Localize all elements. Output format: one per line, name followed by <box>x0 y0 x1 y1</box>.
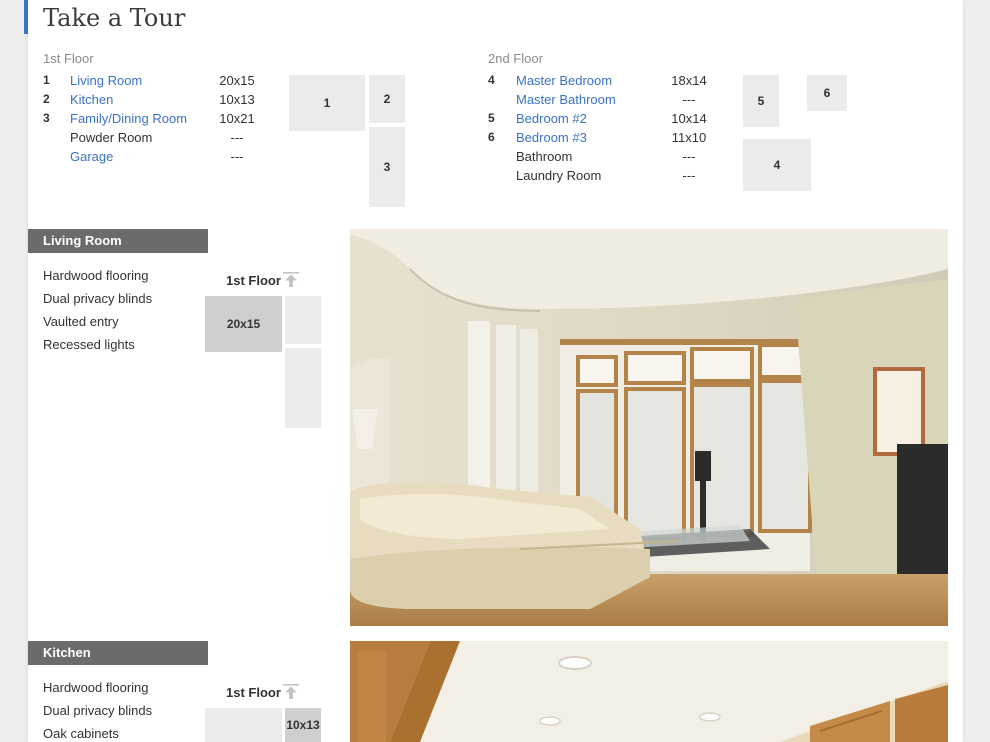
mini-plan-room-active[interactable]: 20x15 <box>205 296 282 352</box>
room-link-bedroom-3[interactable]: Bedroom #3 <box>516 130 587 145</box>
room-number: 3 <box>43 111 50 125</box>
room-dimensions: 18x14 <box>671 73 707 88</box>
floor1-room-row: 1 Living Room 20x15 <box>43 73 273 92</box>
floor1-room-row: Garage --- <box>43 149 273 168</box>
floor2-heading: 2nd Floor <box>488 51 543 66</box>
mini-plan-room[interactable] <box>205 708 282 742</box>
floorplan-room-5[interactable]: 5 <box>743 75 779 127</box>
room-link-kitchen[interactable]: Kitchen <box>70 92 113 107</box>
floor2-room-row: Laundry Room --- <box>488 168 718 187</box>
room-dimensions: 20x15 <box>219 73 255 88</box>
floorplan-room-3[interactable]: 3 <box>369 127 405 207</box>
mini-floor-heading: 1st Floor <box>226 273 281 288</box>
room-dimensions: 11x10 <box>671 130 707 145</box>
feature-item: Dual privacy blinds <box>43 703 153 718</box>
room-number: 1 <box>43 73 50 87</box>
mini-floor-heading: 1st Floor <box>226 685 281 700</box>
title-accent-bar <box>24 0 28 34</box>
section-title-living-room: Living Room <box>28 229 208 253</box>
room-dimensions: --- <box>230 130 244 145</box>
feature-item: Hardwood flooring <box>43 268 149 283</box>
room-link-master-bedroom[interactable]: Master Bedroom <box>516 73 612 88</box>
arrow-up-icon[interactable] <box>283 684 299 700</box>
floor1-room-row: 3 Family/Dining Room 10x21 <box>43 111 273 130</box>
room-link-garage[interactable]: Garage <box>70 149 113 164</box>
page-title: Take a Tour <box>43 4 186 32</box>
room-dimensions: 10x13 <box>219 92 255 107</box>
room-dimensions: --- <box>682 149 696 164</box>
floor2-room-row: 6 Bedroom #3 11x10 <box>488 130 718 149</box>
room-name-powder-room: Powder Room <box>70 130 153 145</box>
floor2-room-row: Master Bathroom --- <box>488 92 718 111</box>
floor2-room-row: 5 Bedroom #2 10x14 <box>488 111 718 130</box>
room-dimensions: --- <box>682 92 696 107</box>
floorplan-room-2[interactable]: 2 <box>369 75 405 123</box>
floorplan-room-1[interactable]: 1 <box>289 75 365 131</box>
room-dimensions: --- <box>682 168 696 183</box>
section-title-kitchen: Kitchen <box>28 641 208 665</box>
floor1-room-row: 2 Kitchen 10x13 <box>43 92 273 111</box>
floorplan-room-4[interactable]: 4 <box>743 139 811 191</box>
room-dimensions: 10x21 <box>219 111 255 126</box>
floorplan-room-6[interactable]: 6 <box>807 75 847 111</box>
arrow-up-icon[interactable] <box>283 272 299 288</box>
room-number: 6 <box>488 130 495 144</box>
floor2-room-row: Bathroom --- <box>488 149 718 168</box>
floor2-room-row: 4 Master Bedroom 18x14 <box>488 73 718 92</box>
mini-plan-room[interactable] <box>285 296 321 344</box>
living-room-photo <box>350 229 948 626</box>
room-dimensions: --- <box>230 149 244 164</box>
feature-item: Vaulted entry <box>43 314 119 329</box>
room-link-family-dining-room[interactable]: Family/Dining Room <box>70 111 187 126</box>
mini-plan-room-active[interactable]: 10x13 <box>285 708 321 742</box>
room-number: 4 <box>488 73 495 87</box>
room-link-living-room[interactable]: Living Room <box>70 73 142 88</box>
feature-item: Recessed lights <box>43 337 135 352</box>
room-name-bathroom: Bathroom <box>516 149 573 164</box>
room-name-laundry-room: Laundry Room <box>516 168 602 183</box>
feature-item: Hardwood flooring <box>43 680 149 695</box>
mini-plan-room[interactable] <box>285 348 321 428</box>
room-dimensions: 10x14 <box>671 111 707 126</box>
floor1-heading: 1st Floor <box>43 51 94 66</box>
room-link-master-bathroom[interactable]: Master Bathroom <box>516 92 616 107</box>
room-link-bedroom-2[interactable]: Bedroom #2 <box>516 111 587 126</box>
feature-item: Oak cabinets <box>43 726 119 741</box>
floor1-room-row: Powder Room --- <box>43 130 273 149</box>
room-number: 2 <box>43 92 50 106</box>
room-number: 5 <box>488 111 495 125</box>
feature-item: Dual privacy blinds <box>43 291 153 306</box>
kitchen-photo <box>350 641 948 742</box>
